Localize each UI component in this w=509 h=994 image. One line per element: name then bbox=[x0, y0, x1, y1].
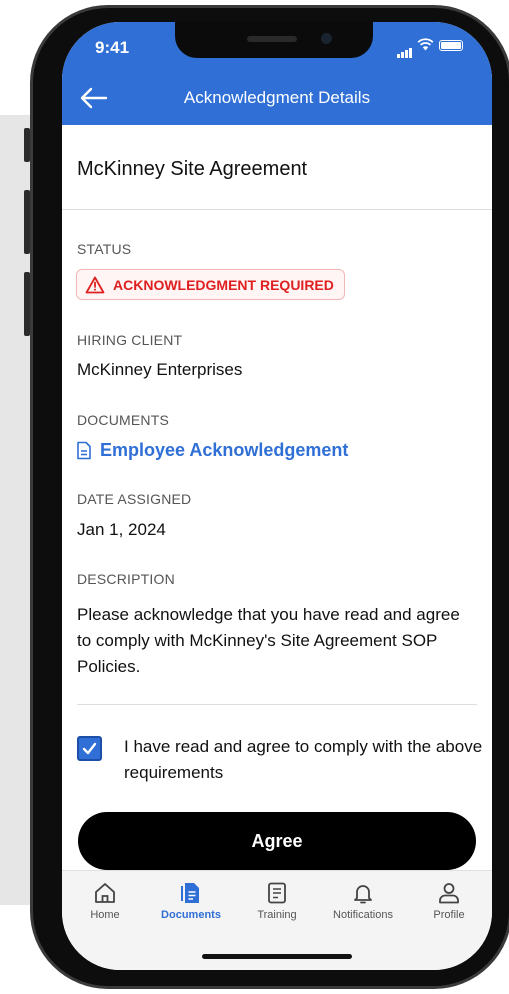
home-indicator bbox=[202, 954, 352, 959]
camera bbox=[321, 33, 332, 44]
tab-documents-label: Documents bbox=[161, 909, 221, 921]
hiring-client-value: McKinney Enterprises bbox=[77, 360, 243, 379]
tab-profile[interactable]: Profile bbox=[406, 881, 492, 921]
phone-screen: 9:41 Acknowledgment Details McKinney Sit… bbox=[62, 22, 492, 970]
tab-training-label: Training bbox=[257, 909, 297, 921]
document-title: McKinney Site Agreement bbox=[77, 158, 308, 180]
file-icon bbox=[77, 441, 91, 460]
hiring-client-label: HIRING CLIENT bbox=[77, 332, 183, 348]
divider bbox=[62, 209, 492, 210]
checkmark-icon bbox=[82, 742, 97, 755]
agree-button[interactable]: Agree bbox=[78, 812, 476, 870]
warning-icon bbox=[85, 276, 105, 293]
tab-profile-label: Profile bbox=[433, 909, 465, 921]
date-assigned-label: DATE ASSIGNED bbox=[77, 491, 192, 507]
status-badge-text: ACKNOWLEDGMENT REQUIRED bbox=[113, 276, 334, 293]
documents-label: DOCUMENTS bbox=[77, 412, 170, 428]
agreement-checkbox[interactable] bbox=[77, 736, 102, 761]
app-header: Acknowledgment Details bbox=[62, 70, 492, 125]
user-icon bbox=[439, 883, 459, 904]
home-icon bbox=[95, 883, 115, 903]
divider bbox=[77, 704, 477, 705]
date-assigned-value: Jan 1, 2024 bbox=[77, 520, 166, 539]
document-link[interactable]: Employee Acknowledgement bbox=[76, 440, 348, 461]
notch bbox=[175, 22, 373, 58]
speaker bbox=[247, 36, 297, 42]
status-time: 9:41 bbox=[95, 38, 130, 57]
status-label: STATUS bbox=[77, 241, 132, 257]
description-label: DESCRIPTION bbox=[77, 571, 175, 587]
tab-notifications[interactable]: Notifications bbox=[320, 881, 406, 921]
page-title: Acknowledgment Details bbox=[183, 88, 371, 107]
signal-icon bbox=[397, 40, 413, 58]
wifi-icon bbox=[417, 38, 434, 51]
bell-icon bbox=[354, 885, 372, 904]
tab-documents[interactable]: Documents bbox=[148, 881, 234, 921]
book-icon bbox=[268, 882, 286, 904]
status-bar: 9:41 bbox=[62, 22, 492, 70]
tab-home[interactable]: Home bbox=[62, 881, 148, 921]
document-link-text[interactable]: Employee Acknowledgement bbox=[100, 440, 348, 461]
phone-mockup: 9:41 Acknowledgment Details McKinney Sit… bbox=[14, 0, 509, 994]
document-icon bbox=[181, 883, 199, 903]
agreement-checkbox-label[interactable]: I have read and agree to comply with the… bbox=[124, 734, 484, 786]
tab-notifications-label: Notifications bbox=[333, 909, 393, 921]
status-badge: ACKNOWLEDGMENT REQUIRED bbox=[76, 269, 345, 300]
tab-training[interactable]: Training bbox=[234, 881, 320, 921]
tab-home-label: Home bbox=[90, 909, 120, 921]
description-text: Please acknowledge that you have read an… bbox=[77, 605, 460, 676]
battery-icon bbox=[439, 40, 463, 51]
